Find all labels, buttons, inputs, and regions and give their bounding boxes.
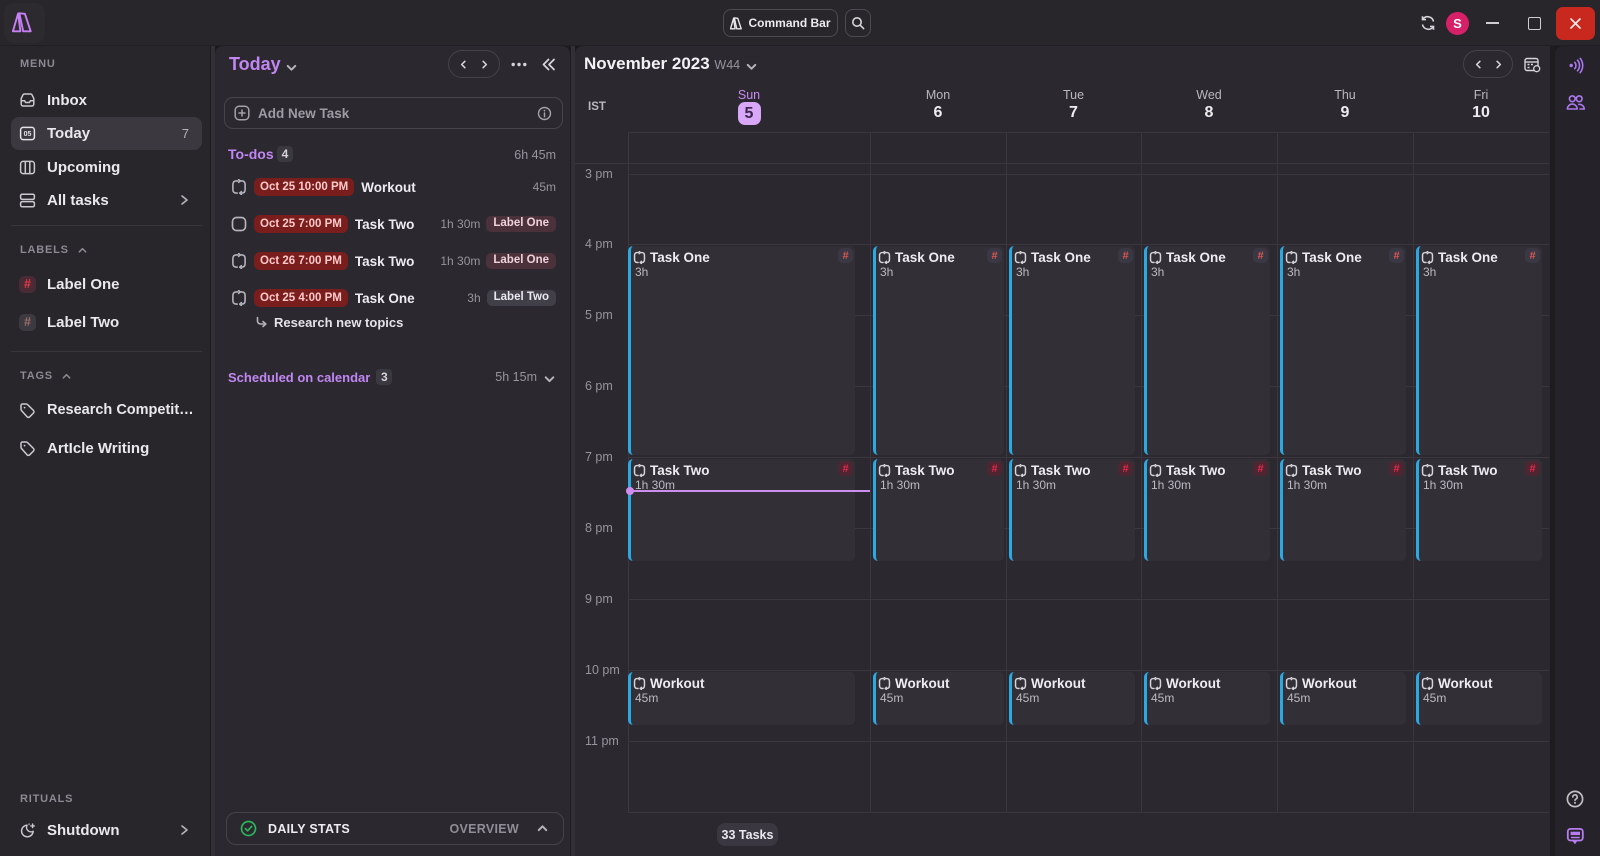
svg-text:05: 05 [24, 131, 32, 138]
